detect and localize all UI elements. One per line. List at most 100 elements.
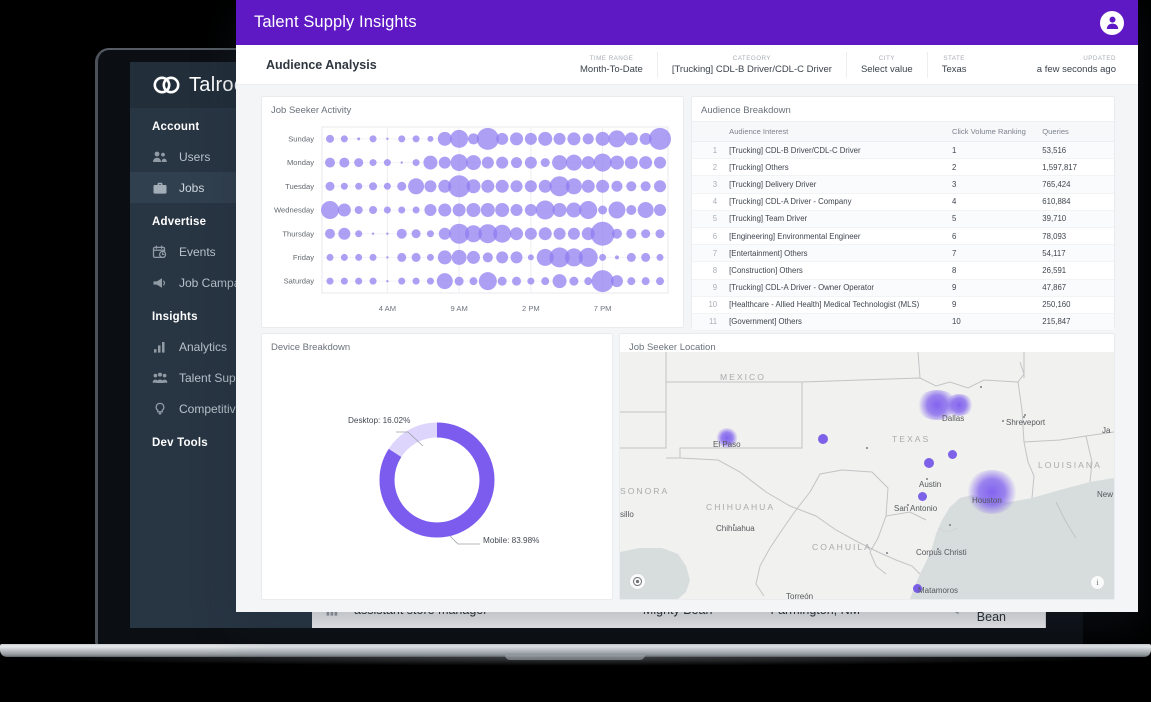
activity-bubble[interactable] [370,254,377,261]
table-row[interactable]: 1[Trucking] CDL-B Driver/CDL-C Driver153… [692,142,1114,159]
table-row[interactable]: 9[Trucking] CDL-A Driver - Owner Operato… [692,279,1114,296]
activity-bubble[interactable] [338,228,350,240]
activity-bubble[interactable] [355,183,362,190]
activity-bubble[interactable] [626,181,636,191]
activity-bubble[interactable] [439,157,451,169]
activity-bubble[interactable] [654,157,666,169]
activity-bubble[interactable] [427,278,434,285]
activity-bubble[interactable] [481,203,495,217]
activity-bubble[interactable] [355,254,362,261]
activity-bubble[interactable] [528,254,534,260]
activity-bubble[interactable] [610,156,624,170]
activity-bubble[interactable] [511,157,522,168]
activity-bubble[interactable] [455,277,464,286]
activity-bubble[interactable] [338,204,351,217]
activity-bubble[interactable] [496,133,508,145]
table-row[interactable]: 11[Government] Others10215,847 [692,313,1114,330]
activity-bubble[interactable] [554,228,566,240]
activity-bubble[interactable] [541,158,550,167]
activity-bubble[interactable] [479,272,497,290]
activity-bubble[interactable] [625,156,638,169]
activity-bubble[interactable] [496,180,509,193]
activity-bubble[interactable] [656,229,665,238]
activity-bubble[interactable] [511,180,523,192]
activity-bubble[interactable] [370,135,377,142]
activity-bubble[interactable] [625,132,638,145]
activity-bubble[interactable] [554,133,566,145]
activity-bubble[interactable] [424,204,436,216]
table-row[interactable]: 4[Trucking] CDL-A Driver - Company4610,8… [692,193,1114,210]
activity-bubble[interactable] [438,204,451,217]
activity-bubble[interactable] [439,228,451,240]
activity-bubble[interactable] [386,256,388,258]
table-row[interactable]: 5[Trucking] Team Driver539,710 [692,210,1114,227]
activity-bubble[interactable] [579,201,597,219]
audience-breakdown-table[interactable]: Audience Interest Click Volume Ranking Q… [692,121,1114,365]
activity-bubble[interactable] [466,179,480,193]
activity-bubble[interactable] [398,278,405,285]
activity-bubble[interactable] [641,181,651,191]
activity-bubble[interactable] [384,207,391,214]
activity-bubble[interactable] [498,277,507,286]
activity-bubble[interactable] [579,248,598,267]
activity-bubble[interactable] [355,230,362,237]
activity-bubble[interactable] [341,254,348,261]
activity-bubble[interactable] [386,280,388,282]
activity-bubble[interactable] [552,155,567,170]
activity-bubble[interactable] [642,277,650,285]
activity-bubble[interactable] [566,155,582,171]
activity-bubble[interactable] [626,229,636,239]
activity-bubble[interactable] [566,178,582,194]
activity-bubble[interactable] [566,203,581,218]
activity-bubble[interactable] [412,253,421,262]
compass-icon[interactable] [629,573,646,590]
activity-bubble[interactable] [369,182,377,190]
activity-bubble[interactable] [397,182,406,191]
activity-bubble[interactable] [654,204,666,216]
activity-bubble[interactable] [424,180,436,192]
activity-bubble[interactable] [525,133,537,145]
activity-bubble[interactable] [466,203,480,217]
activity-bubble[interactable] [321,201,339,219]
activity-bubble[interactable] [326,135,334,143]
activity-bubble[interactable] [451,154,468,171]
activity-bubble[interactable] [583,133,594,144]
activity-bubble[interactable] [427,254,434,261]
activity-bubble[interactable] [398,207,405,214]
activity-bubble[interactable] [567,132,580,145]
activity-bubble[interactable] [649,128,671,150]
activity-bubble[interactable] [511,204,523,216]
activity-bubble[interactable] [325,158,335,168]
table-row[interactable]: 6[Engineering] Environmental Engineer678… [692,227,1114,244]
activity-bubble[interactable] [615,255,619,259]
activity-bubble[interactable] [370,278,377,285]
activity-bubble[interactable] [401,161,403,163]
activity-bubble[interactable] [525,180,537,192]
activity-bubble[interactable] [341,278,348,285]
activity-bubble[interactable] [525,157,537,169]
activity-bubble[interactable] [427,230,434,237]
activity-bubble[interactable] [469,277,477,285]
activity-bubble[interactable] [568,228,580,240]
activity-bubble[interactable] [493,225,511,243]
table-row[interactable]: 3[Trucking] Delivery Driver3765,424 [692,176,1114,193]
activity-bubble[interactable] [538,132,552,146]
activity-bubble[interactable] [611,275,623,287]
activity-bubble[interactable] [427,136,433,142]
map-canvas[interactable]: MEXICO TEXAS LOUISIANA SONORA CHIHUAHUA … [620,352,1114,599]
activity-bubble[interactable] [341,135,348,142]
activity-bubble[interactable] [627,277,635,285]
activity-bubble[interactable] [553,274,567,288]
activity-bubble[interactable] [412,229,421,238]
activity-bubble[interactable] [326,182,335,191]
activity-bubble[interactable] [611,181,622,192]
activity-bubble[interactable] [341,183,348,190]
activity-bubble[interactable] [413,159,420,166]
activity-bubble[interactable] [386,233,388,235]
activity-bubble[interactable] [397,229,407,239]
activity-bubble[interactable] [608,202,625,219]
activity-bubble[interactable] [413,135,420,142]
activity-bubble[interactable] [467,251,480,264]
avatar[interactable] [1100,11,1124,35]
activity-bubble[interactable] [510,132,523,145]
